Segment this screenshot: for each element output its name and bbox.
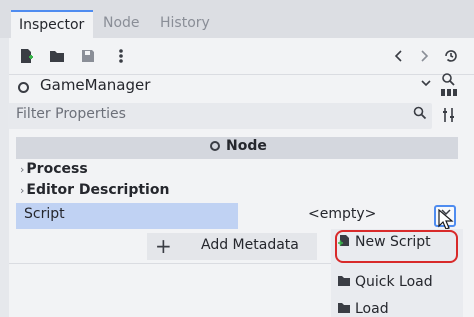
object-name: GameManager bbox=[40, 76, 151, 94]
load-label: Load bbox=[355, 301, 389, 317]
filter-properties-input[interactable]: Filter Properties bbox=[8, 103, 432, 129]
new-resource-icon[interactable] bbox=[18, 48, 34, 64]
tab-inspector[interactable]: Inspector bbox=[11, 10, 93, 38]
chevron-down-icon[interactable] bbox=[420, 77, 432, 93]
node-circle-icon bbox=[18, 82, 29, 93]
add-metadata-label: Add Metadata bbox=[201, 237, 299, 253]
menu-item-quick-load[interactable]: Quick Load bbox=[337, 274, 433, 298]
section-editor-description[interactable]: › Editor Description bbox=[20, 182, 169, 198]
quick-load-label: Quick Load bbox=[355, 274, 433, 290]
script-label-cell: Script bbox=[16, 203, 238, 229]
script-property-value[interactable]: <empty> bbox=[308, 206, 376, 222]
section-process-label: Process bbox=[26, 161, 88, 177]
menu-item-load[interactable]: Load bbox=[337, 301, 389, 317]
chevron-right-icon: › bbox=[20, 184, 25, 197]
history-icon[interactable] bbox=[443, 48, 459, 64]
inspector-toolbar bbox=[9, 38, 474, 74]
tab-node[interactable]: Node bbox=[103, 10, 140, 38]
documentation-icon[interactable] bbox=[437, 72, 461, 100]
save-icon[interactable] bbox=[80, 48, 96, 64]
node-header-label: Node bbox=[226, 138, 267, 154]
section-divider bbox=[9, 263, 331, 264]
tab-history[interactable]: History bbox=[160, 10, 210, 38]
annotation-highlight-box bbox=[335, 230, 458, 263]
object-selector[interactable]: GameManager bbox=[8, 74, 432, 100]
chevron-right-icon: › bbox=[20, 163, 25, 176]
node-category-header: Node bbox=[16, 137, 458, 159]
node-circle-icon bbox=[210, 141, 220, 151]
plus-icon: + bbox=[155, 234, 172, 258]
folder-icon bbox=[338, 303, 350, 313]
more-vertical-icon[interactable] bbox=[113, 48, 129, 64]
filter-placeholder: Filter Properties bbox=[16, 106, 126, 122]
section-process[interactable]: › Process bbox=[20, 161, 88, 177]
open-folder-icon[interactable] bbox=[49, 48, 65, 64]
dock-tab-bar: Inspector Node History bbox=[0, 0, 474, 38]
folder-icon bbox=[338, 276, 350, 286]
back-icon[interactable] bbox=[391, 48, 407, 64]
tools-icon[interactable] bbox=[441, 107, 457, 127]
section-editor-description-label: Editor Description bbox=[26, 182, 170, 198]
script-property-label: Script bbox=[24, 206, 65, 222]
mouse-pointer-icon bbox=[438, 209, 454, 230]
add-metadata-button[interactable]: + Add Metadata bbox=[147, 233, 317, 260]
forward-icon[interactable] bbox=[416, 48, 432, 64]
search-icon bbox=[413, 106, 427, 124]
script-property-row: Script <empty> bbox=[16, 203, 458, 229]
